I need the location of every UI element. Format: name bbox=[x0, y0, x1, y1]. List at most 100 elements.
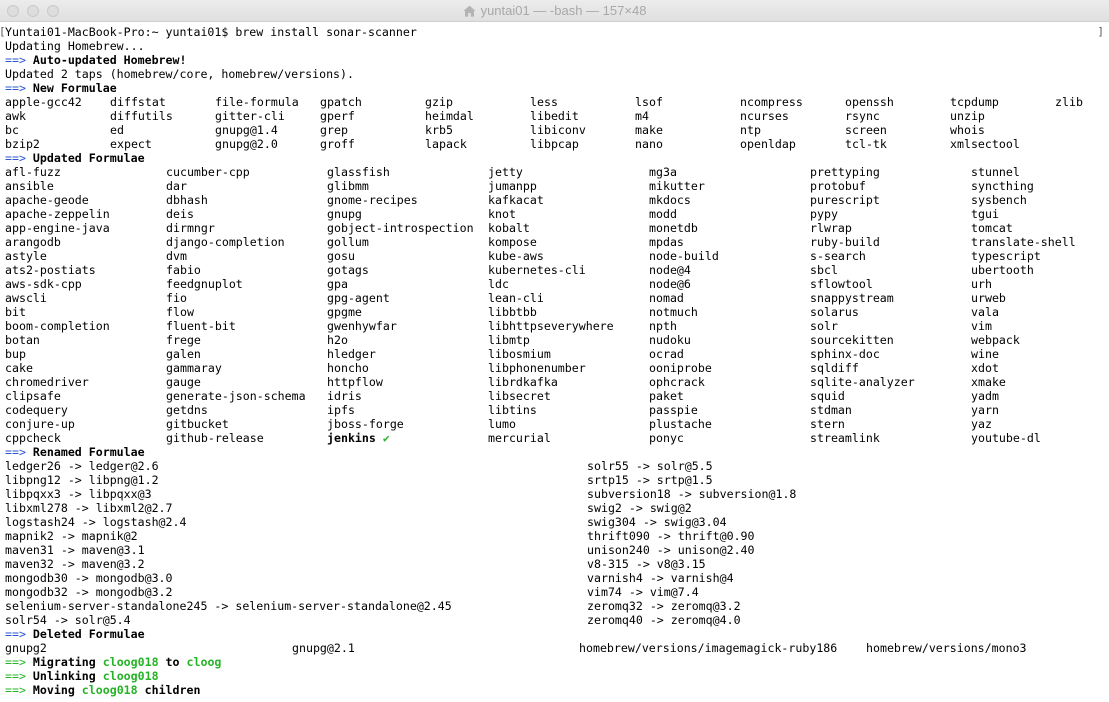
formula-item: sqldiff bbox=[810, 361, 859, 375]
formula-item: yaz bbox=[971, 417, 992, 431]
updated-formulae-row: app-engine-java dirmngr gobject-introspect… bbox=[5, 221, 1109, 235]
status-text: Unlinking bbox=[32, 669, 103, 683]
terminal-content[interactable]: [ ] Yuntai01-MacBook-Pro:~ yuntai01$ bre… bbox=[0, 22, 1109, 702]
section-heading-updated-formulae: ==> Updated Formulae bbox=[5, 151, 1109, 165]
formula-item: typescript bbox=[971, 249, 1041, 263]
formula-item: ruby-build bbox=[810, 235, 880, 249]
formula-item: heimdal bbox=[425, 109, 474, 123]
formula-item: plustache bbox=[649, 417, 712, 431]
status-line: ==> Migrating cloog018 to cloog bbox=[5, 655, 1109, 669]
formula-item: gauge bbox=[166, 375, 201, 389]
deleted-formulae-list: gnupg2 gnupg@2.1 homebrew/versions/imagema… bbox=[5, 641, 1109, 655]
formula-name: cloog018 bbox=[102, 655, 159, 669]
new-formulae-row: bc ed gnupg@1.4 grep krb5 libiconv make ntp scre… bbox=[5, 123, 1109, 137]
formula-item: sphinx-doc bbox=[810, 347, 880, 361]
formula-item: tgui bbox=[971, 207, 999, 221]
formula-item: gotags bbox=[327, 263, 369, 277]
formula-item: nudoku bbox=[649, 333, 691, 347]
formula-item: rlwrap bbox=[810, 221, 852, 235]
formula-item: mkdocs bbox=[649, 193, 691, 207]
formula-item: h2o bbox=[327, 333, 348, 347]
formula-item: ubertooth bbox=[971, 263, 1034, 277]
formula-item: gitbucket bbox=[166, 417, 229, 431]
formula-item: pypy bbox=[810, 207, 838, 221]
updated-formulae-row: apache-zeppelin deis gnupg knot modd pypy tgui bbox=[5, 207, 1109, 221]
renamed-formula-item: v8-315 -> v8@3.15 bbox=[587, 557, 706, 571]
formula-item: gpgme bbox=[327, 305, 362, 319]
formula-item: snappystream bbox=[810, 291, 894, 305]
formula-item: httpflow bbox=[327, 375, 383, 389]
formula-item: astyle bbox=[5, 249, 47, 263]
formula-item: file-formula bbox=[215, 95, 299, 109]
renamed-formula-item: mongodb32 -> mongodb@3.2 bbox=[5, 585, 173, 599]
formula-item: ats2-postiats bbox=[5, 263, 96, 277]
formula-item: libhttpseverywhere bbox=[488, 319, 614, 333]
formula-item: diffstat bbox=[110, 95, 166, 109]
formula-item: streamlink bbox=[810, 431, 880, 445]
formula-item: gzip bbox=[425, 95, 453, 109]
heading-text: New Formulae bbox=[32, 81, 117, 95]
prompt-line: Yuntai01-MacBook-Pro:~ yuntai01$ brew in… bbox=[5, 25, 1109, 39]
formula-item: honcho bbox=[327, 361, 369, 375]
formula-item: awk bbox=[5, 109, 26, 123]
formula-item: kubernetes-cli bbox=[488, 263, 586, 277]
formula-item: syncthing bbox=[971, 179, 1034, 193]
renamed-formula-item: logstash24 -> logstash@2.4 bbox=[5, 515, 187, 529]
status-text: children bbox=[137, 683, 201, 697]
formula-item: gosu bbox=[327, 249, 355, 263]
formula-item: xmake bbox=[971, 375, 1006, 389]
output-text: Updated 2 taps (homebrew/core, homebrew/… bbox=[5, 67, 355, 81]
status-line: ==> Unlinking cloog018 bbox=[5, 669, 1109, 683]
updated-formulae-row: botan frege h2o libmtp nudoku sourcekitten web… bbox=[5, 333, 1109, 347]
formula-item: dvm bbox=[166, 249, 187, 263]
formula-item: node-build bbox=[649, 249, 719, 263]
formula-item: libiconv bbox=[530, 123, 586, 137]
formula-item: urweb bbox=[971, 291, 1006, 305]
heading-arrow: ==> bbox=[5, 151, 26, 165]
command-mark-end: ] bbox=[1097, 25, 1104, 38]
heading-arrow: ==> bbox=[5, 445, 26, 459]
formula-item: solarus bbox=[810, 305, 859, 319]
formula-item: libphonenumber bbox=[488, 361, 586, 375]
formula-item: dirmngr bbox=[166, 221, 215, 235]
formula-item: ldc bbox=[488, 277, 509, 291]
formula-item: protobuf bbox=[810, 179, 866, 193]
new-formulae-row: apple-gcc42 diffstat file-formula gpatch gzi… bbox=[5, 95, 1109, 109]
formula-item: yarn bbox=[971, 403, 999, 417]
formula-name: cloog018 bbox=[81, 683, 138, 697]
formula-item: wine bbox=[971, 347, 999, 361]
formula-item: ooniprobe bbox=[649, 361, 712, 375]
formula-item: generate-json-schema bbox=[166, 389, 306, 403]
formula-item: gpg-agent bbox=[327, 291, 390, 305]
status-arrow: ==> bbox=[5, 669, 26, 683]
renamed-formula-item: maven32 -> maven@3.2 bbox=[5, 557, 145, 571]
renamed-formula-item: ledger26 -> ledger@2.6 bbox=[5, 459, 159, 473]
formula-item: make bbox=[635, 123, 663, 137]
formula-item: gnupg@2.0 bbox=[215, 137, 278, 151]
formula-item: lapack bbox=[425, 137, 467, 151]
heading-arrow: ==> bbox=[5, 81, 26, 95]
formula-item: npth bbox=[649, 319, 677, 333]
formula-item: ncompress bbox=[740, 95, 803, 109]
title-bar[interactable]: yuntai01 — -bash — 157×48 bbox=[0, 0, 1109, 22]
window-title: yuntai01 — -bash — 157×48 bbox=[0, 0, 1109, 21]
renamed-formulae-row: mongodb30 -> mongodb@3.0 varnish4 -> varn… bbox=[5, 571, 1109, 585]
formula-name: cloog bbox=[186, 655, 222, 669]
terminal-window: yuntai01 — -bash — 157×48 [ ] Yuntai01-M… bbox=[0, 0, 1109, 702]
formula-item: libtins bbox=[488, 403, 537, 417]
formula-item: kafkacat bbox=[488, 193, 544, 207]
heading-text: Auto-updated Homebrew! bbox=[32, 53, 187, 67]
formula-item: glibmm bbox=[327, 179, 369, 193]
updated-formulae-row: cake gammaray honcho libphonenumber ooniprob… bbox=[5, 361, 1109, 375]
heading-arrow: ==> bbox=[5, 627, 26, 641]
formula-name: cloog018 bbox=[102, 669, 159, 683]
formula-item: tcpdump bbox=[950, 95, 999, 109]
formula-item: krb5 bbox=[425, 123, 453, 137]
renamed-formulae-list: ledger26 -> ledger@2.6 solr55 -> solr@5.5… bbox=[5, 459, 1109, 627]
section-heading-new-formulae: ==> New Formulae bbox=[5, 81, 1109, 95]
formula-item: sbcl bbox=[810, 263, 838, 277]
heading-arrow: ==> bbox=[5, 53, 26, 67]
formula-item: mercurial bbox=[488, 431, 551, 445]
updated-formulae-row: ats2-postiats fabio gotags kubernetes-cli no… bbox=[5, 263, 1109, 277]
renamed-formula-item: maven31 -> maven@3.1 bbox=[5, 543, 145, 557]
